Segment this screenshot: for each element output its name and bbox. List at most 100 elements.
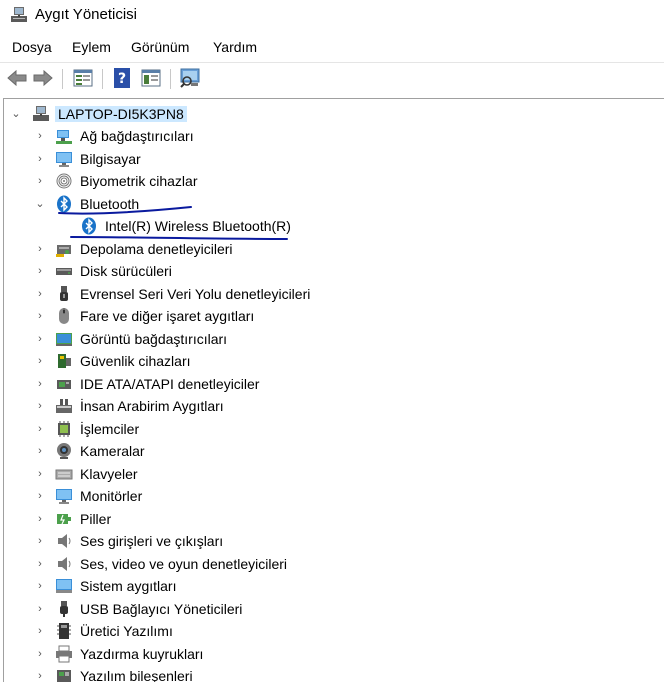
tree-category-row[interactable]: › İşlemciler bbox=[4, 418, 664, 440]
toolbar-separator bbox=[62, 69, 63, 89]
storage-controller-icon bbox=[56, 244, 71, 257]
forward-icon[interactable] bbox=[32, 67, 54, 89]
tree-category-label[interactable]: Yazılım bileşenleri bbox=[80, 668, 193, 682]
bluetooth-icon bbox=[57, 195, 71, 212]
tree-category-row[interactable]: › Piller bbox=[4, 508, 664, 530]
chevron-right-icon[interactable]: › bbox=[34, 511, 46, 527]
chevron-right-icon[interactable]: › bbox=[34, 556, 46, 572]
properties-icon[interactable] bbox=[72, 67, 94, 89]
help-icon[interactable]: ? bbox=[111, 67, 133, 89]
fingerprint-icon bbox=[56, 173, 72, 189]
keyboard-icon bbox=[55, 469, 73, 479]
tree-category-row[interactable]: › Ağ bağdaştırıcıları bbox=[4, 125, 664, 147]
tree-category-label[interactable]: IDE ATA/ATAPI denetleyiciler bbox=[80, 376, 259, 392]
tree-category-label[interactable]: Ses, video ve oyun denetleyicileri bbox=[80, 556, 287, 572]
tree-category-label[interactable]: Bilgisayar bbox=[80, 151, 141, 167]
tree-category-label[interactable]: Piller bbox=[80, 511, 111, 527]
tree-category-row[interactable]: › Depolama denetleyicileri bbox=[4, 238, 664, 260]
tree-device-row[interactable]: Intel(R) Wireless Bluetooth(R) bbox=[4, 215, 664, 237]
tree-category-label[interactable]: Monitörler bbox=[80, 488, 142, 504]
tree-category-row[interactable]: › Sistem aygıtları bbox=[4, 575, 664, 597]
chevron-right-icon[interactable]: › bbox=[34, 646, 46, 662]
tree-category-label[interactable]: Görüntü bağdaştırıcıları bbox=[80, 331, 227, 347]
device-tree: ⌄ LAPTOP-DI5K3PN8 › Ağ bağdaştırıcıları › B… bbox=[3, 98, 664, 682]
chevron-right-icon[interactable]: › bbox=[34, 241, 46, 257]
chevron-right-icon[interactable]: › bbox=[34, 421, 46, 437]
tree-category-row[interactable]: ⌄ Bluetooth bbox=[4, 193, 664, 215]
tree-category-row[interactable]: › Yazılım bileşenleri bbox=[4, 665, 664, 682]
tree-category-label[interactable]: Kameralar bbox=[80, 443, 145, 459]
tree-category-row[interactable]: › Bilgisayar bbox=[4, 148, 664, 170]
chevron-right-icon[interactable]: › bbox=[34, 128, 46, 144]
tree-device-label[interactable]: Intel(R) Wireless Bluetooth(R) bbox=[105, 218, 291, 234]
tree-category-row[interactable]: › Kameralar bbox=[4, 440, 664, 462]
disk-drive-icon bbox=[56, 268, 72, 275]
tree-category-row[interactable]: › İnsan Arabirim Aygıtları bbox=[4, 395, 664, 417]
chevron-right-icon[interactable]: › bbox=[34, 623, 46, 639]
tree-category-label[interactable]: Güvenlik cihazları bbox=[80, 353, 191, 369]
tree-category-row[interactable]: › Klavyeler bbox=[4, 463, 664, 485]
menu-file[interactable]: Dosya bbox=[12, 39, 52, 55]
tree-category-row[interactable]: › Yazdırma kuyrukları bbox=[4, 643, 664, 665]
chevron-right-icon[interactable]: › bbox=[34, 398, 46, 414]
tree-category-label[interactable]: İşlemciler bbox=[80, 421, 139, 437]
tree-category-label[interactable]: Bluetooth bbox=[80, 196, 139, 212]
chevron-right-icon[interactable]: › bbox=[34, 376, 46, 392]
chevron-right-icon[interactable]: › bbox=[34, 466, 46, 482]
tree-category-label[interactable]: Biyometrik cihazlar bbox=[80, 173, 197, 189]
menu-help[interactable]: Yardım bbox=[213, 39, 257, 55]
tree-category-row[interactable]: › Güvenlik cihazları bbox=[4, 350, 664, 372]
chevron-right-icon[interactable]: › bbox=[34, 353, 46, 369]
chevron-right-icon[interactable]: › bbox=[34, 488, 46, 504]
chevron-right-icon[interactable]: › bbox=[34, 668, 46, 682]
tree-category-row[interactable]: › Görüntü bağdaştırıcıları bbox=[4, 328, 664, 350]
tree-category-label[interactable]: Evrensel Seri Veri Yolu denetleyicileri bbox=[80, 286, 310, 302]
toolbar-separator bbox=[102, 69, 103, 89]
chevron-right-icon[interactable]: › bbox=[34, 263, 46, 279]
tree-root-label[interactable]: LAPTOP-DI5K3PN8 bbox=[55, 106, 187, 122]
tree-root[interactable]: ⌄ LAPTOP-DI5K3PN8 bbox=[4, 103, 664, 125]
tree-category-row[interactable]: › USB Bağlayıcı Yöneticileri bbox=[4, 598, 664, 620]
tree-category-label[interactable]: Yazdırma kuyrukları bbox=[80, 646, 203, 662]
tree-category-row[interactable]: › Disk sürücüleri bbox=[4, 260, 664, 282]
chevron-right-icon[interactable]: › bbox=[34, 331, 46, 347]
tree-category-label[interactable]: Üretici Yazılımı bbox=[80, 623, 173, 639]
tree-category-label[interactable]: İnsan Arabirim Aygıtları bbox=[80, 398, 224, 414]
tree-category-row[interactable]: › Evrensel Seri Veri Yolu denetleyicileri bbox=[4, 283, 664, 305]
chevron-right-icon[interactable]: › bbox=[34, 151, 46, 167]
tree-category-row[interactable]: › Fare ve diğer işaret aygıtları bbox=[4, 305, 664, 327]
menu-action[interactable]: Eylem bbox=[72, 39, 111, 55]
sound-controller-icon bbox=[58, 556, 71, 571]
tree-category-label[interactable]: Depolama denetleyicileri bbox=[80, 241, 233, 257]
tree-category-label[interactable]: Fare ve diğer işaret aygıtları bbox=[80, 308, 254, 324]
tree-category-row[interactable]: › Ses girişleri ve çıkışları bbox=[4, 530, 664, 552]
tree-category-label[interactable]: Klavyeler bbox=[80, 466, 138, 482]
chevron-right-icon[interactable]: › bbox=[34, 578, 46, 594]
details-icon[interactable] bbox=[140, 67, 162, 89]
chevron-right-icon[interactable]: › bbox=[34, 308, 46, 324]
chevron-right-icon[interactable]: › bbox=[34, 443, 46, 459]
chevron-right-icon[interactable]: › bbox=[34, 286, 46, 302]
tree-category-label[interactable]: Disk sürücüleri bbox=[80, 263, 172, 279]
tree-category-row[interactable]: › IDE ATA/ATAPI denetleyiciler bbox=[4, 373, 664, 395]
tree-category-label[interactable]: USB Bağlayıcı Yöneticileri bbox=[80, 601, 242, 617]
chevron-right-icon[interactable]: › bbox=[34, 533, 46, 549]
battery-icon bbox=[57, 513, 71, 524]
back-icon[interactable] bbox=[6, 67, 28, 89]
tree-category-row[interactable]: › Ses, video ve oyun denetleyicileri bbox=[4, 553, 664, 575]
chevron-right-icon[interactable]: › bbox=[34, 601, 46, 617]
tree-category-row[interactable]: › Üretici Yazılımı bbox=[4, 620, 664, 642]
chevron-right-icon[interactable]: › bbox=[34, 173, 46, 189]
tree-category-row[interactable]: › Biyometrik cihazlar bbox=[4, 170, 664, 192]
scan-icon[interactable] bbox=[179, 67, 201, 89]
tree-category-row[interactable]: › Monitörler bbox=[4, 485, 664, 507]
tree-category-label[interactable]: Ağ bağdaştırıcıları bbox=[80, 128, 194, 144]
menu-view[interactable]: Görünüm bbox=[131, 39, 189, 55]
tree-category-label[interactable]: Ses girişleri ve çıkışları bbox=[80, 533, 223, 549]
tree-category-label[interactable]: Sistem aygıtları bbox=[80, 578, 176, 594]
chevron-down-icon[interactable]: ⌄ bbox=[10, 106, 22, 122]
chevron-down-icon[interactable]: ⌄ bbox=[34, 196, 46, 212]
toolbar: ? bbox=[0, 62, 664, 93]
camera-icon bbox=[57, 443, 71, 459]
ide-controller-icon bbox=[57, 379, 71, 389]
